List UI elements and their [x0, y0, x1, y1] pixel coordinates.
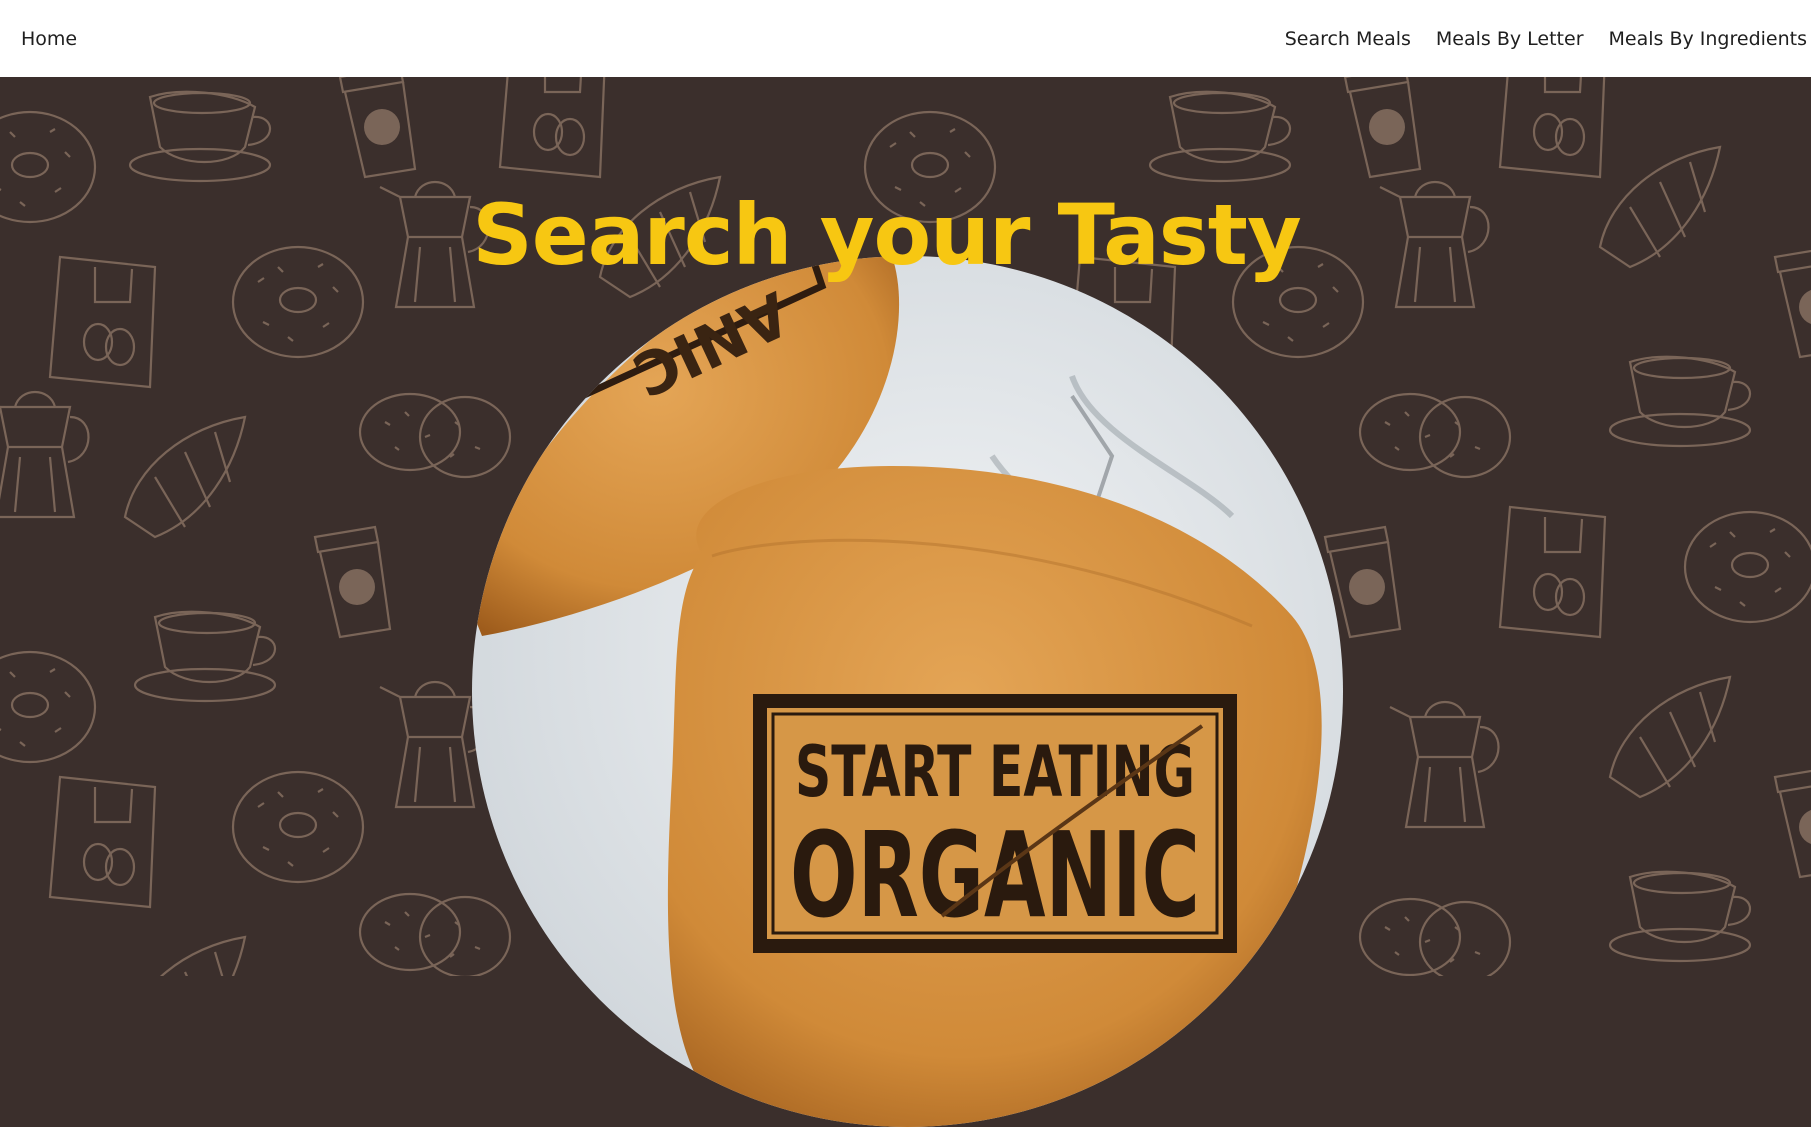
top-navbar: Home Search Meals Meals By Letter Meals …	[0, 0, 1811, 77]
nav-meals-by-ingredients-link[interactable]: Meals By Ingredients	[1609, 28, 1807, 50]
nav-meals-by-letter-link[interactable]: Meals By Letter	[1436, 28, 1584, 50]
nav-search-meals-link[interactable]: Search Meals	[1285, 28, 1411, 50]
bread-illustration: ANIC START EATING ORGANIC	[472, 256, 1343, 1127]
hero-title: Search your Tasty	[472, 186, 1301, 284]
organic-bread-photo: ANIC START EATING ORGANIC	[472, 256, 1343, 1127]
nav-home-link[interactable]: Home	[21, 28, 77, 50]
nav-links: Search Meals Meals By Letter Meals By In…	[1285, 28, 1807, 50]
